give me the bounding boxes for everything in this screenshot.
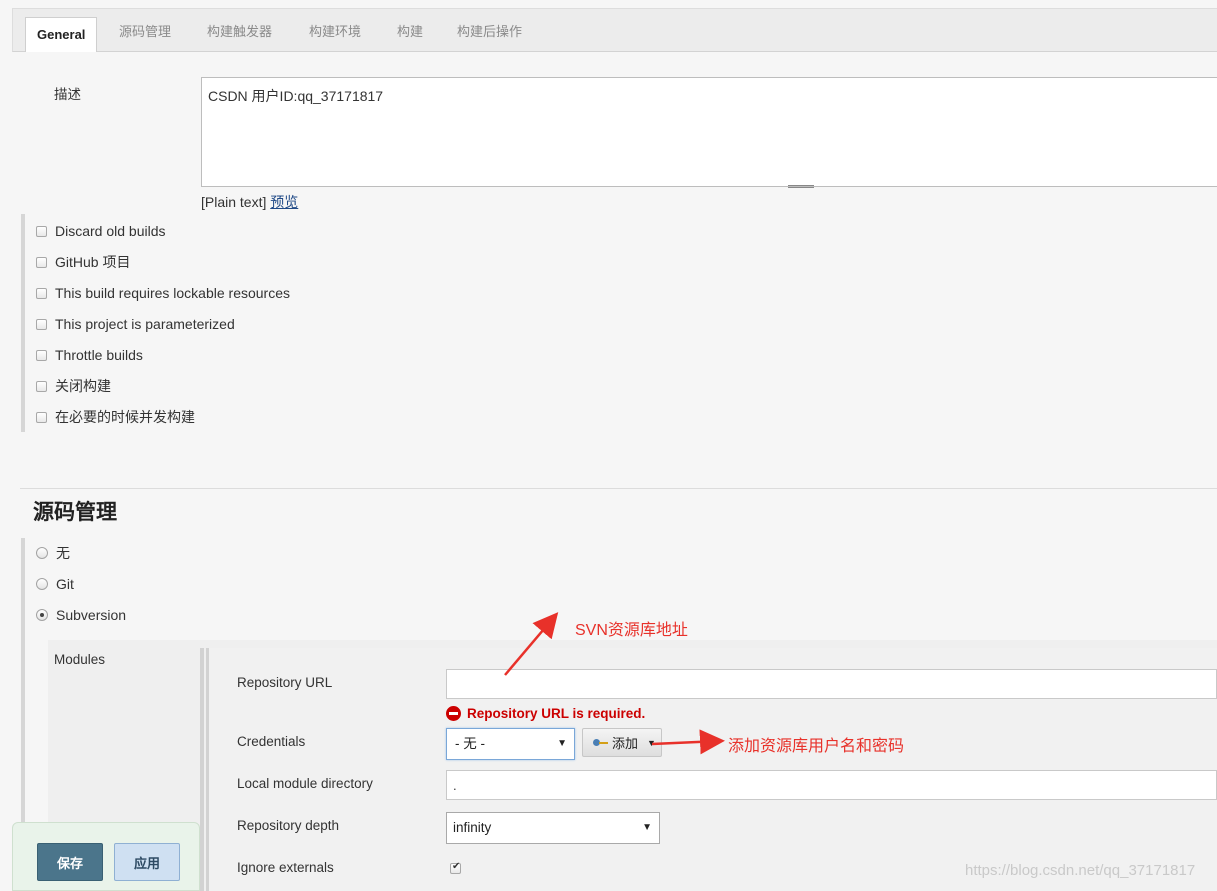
annotation-arrows [504,612,725,755]
watermark: https://blog.csdn.net/qq_37171817 [965,862,1196,879]
save-button[interactable]: 保存 [37,843,103,881]
arrow-to-repository-url [504,612,559,676]
annotation-add-credentials: 添加资源库用户名和密码 [728,738,905,755]
arrow-to-add-button [651,729,725,755]
annotation-svn-url: SVN资源库地址 [575,622,688,639]
apply-button[interactable]: 应用 [114,843,180,881]
